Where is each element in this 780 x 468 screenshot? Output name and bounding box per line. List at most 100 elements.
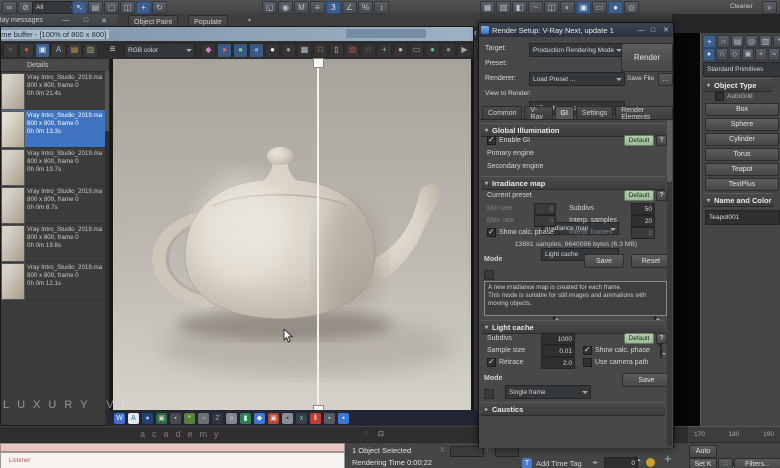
enable-gi-row[interactable]: Enable GI bbox=[487, 135, 530, 145]
vfb-titlebar[interactable]: V-Ray frame buffer - [100% of 800 x 800] bbox=[1, 27, 473, 41]
autogrid-row[interactable]: AutoGrid bbox=[715, 92, 753, 101]
select-object-icon[interactable]: ↖ bbox=[72, 1, 87, 14]
ab-horizontal-icon[interactable]: ● bbox=[425, 42, 440, 58]
track-mouse-icon[interactable]: ◌ bbox=[361, 42, 376, 58]
use-camera-path-row[interactable]: Use camera path bbox=[583, 358, 648, 367]
vfb-compare-divider[interactable] bbox=[317, 58, 319, 412]
im-help-button[interactable]: ? bbox=[656, 190, 667, 201]
minimize-icon[interactable]: — bbox=[60, 16, 72, 25]
load-image-icon[interactable]: □ bbox=[313, 42, 328, 58]
vfb-image-alt-icon[interactable]: ▥ bbox=[83, 42, 98, 58]
auto-key-button[interactable]: Auto bbox=[689, 445, 717, 458]
taskbar-app-8-icon[interactable]: Z bbox=[212, 412, 223, 424]
cameras-icon[interactable]: ▣ bbox=[742, 48, 754, 61]
retrace-checkbox[interactable] bbox=[487, 357, 496, 367]
render-setup-tab[interactable]: Settings bbox=[575, 106, 614, 120]
preset-dropdown[interactable]: Load Preset ... bbox=[529, 72, 625, 86]
retrace-field[interactable]: 2.0 bbox=[541, 357, 575, 369]
compare-icon[interactable]: ▭ bbox=[409, 42, 424, 58]
key-filter-icon[interactable]: ∷ bbox=[718, 458, 733, 468]
current-frame-field[interactable]: 0 bbox=[604, 457, 638, 468]
helpers-icon[interactable]: + bbox=[755, 48, 767, 61]
snaps-toggle-icon[interactable]: 3 bbox=[326, 1, 341, 14]
target-dropdown[interactable]: Production Rendering Mode bbox=[529, 43, 625, 57]
show-calc-row[interactable]: Show calc. phase bbox=[487, 227, 554, 237]
percent-snap-icon[interactable]: % bbox=[358, 1, 373, 14]
motion-tab-icon[interactable]: ◎ bbox=[745, 35, 758, 48]
primitive-button[interactable]: Teapot bbox=[705, 163, 779, 176]
primitive-button[interactable]: Sphere bbox=[705, 118, 779, 131]
vfb-channel-dropdown[interactable]: RGB color bbox=[124, 42, 195, 58]
taskbar-app-10-icon[interactable]: ▮ bbox=[240, 412, 251, 424]
display-tab-icon[interactable]: ▥ bbox=[759, 35, 772, 48]
isolate-selection-icon[interactable]: ◌ bbox=[364, 430, 368, 437]
interp-frames-field[interactable]: 2 bbox=[631, 227, 655, 239]
history-item[interactable]: Vray Intro_Studio_2019.ma 800 x 800, fra… bbox=[1, 110, 109, 148]
maxscript-listener[interactable]: Listener bbox=[0, 452, 345, 468]
sample-size-field[interactable]: 0.01 bbox=[541, 345, 575, 357]
spinner-snap-icon[interactable]: ↕ bbox=[374, 1, 389, 14]
set-keys-button[interactable]: + bbox=[664, 451, 672, 466]
render-button[interactable]: Render bbox=[621, 43, 673, 72]
render-setup-tab[interactable]: Common bbox=[482, 106, 523, 120]
spacewarps-icon[interactable]: ≈ bbox=[768, 48, 780, 61]
ab-vertical-icon[interactable]: ● bbox=[441, 42, 456, 58]
primitive-button[interactable]: Box bbox=[705, 103, 779, 116]
frame-spinner[interactable] bbox=[635, 456, 637, 468]
utilities-tab-icon[interactable]: * bbox=[773, 35, 780, 48]
primitive-category-dropdown[interactable]: Standard Primitives bbox=[703, 62, 780, 77]
taskbar-app-14-icon[interactable]: x bbox=[296, 412, 307, 424]
gi-help-button[interactable]: ? bbox=[656, 135, 667, 146]
render-iterative-icon[interactable]: ◎ bbox=[624, 1, 639, 14]
pivot-center-icon[interactable]: ◉ bbox=[278, 1, 293, 14]
window-crossing-icon[interactable]: ◫ bbox=[120, 1, 135, 14]
history-item[interactable]: Vray Intro_Studio_2019.ma 800 x 800, fra… bbox=[1, 186, 109, 224]
align-icon[interactable]: ≡ bbox=[310, 1, 325, 14]
lights-icon[interactable]: ◇ bbox=[729, 48, 741, 61]
max-rate-field[interactable]: 0 bbox=[534, 215, 556, 227]
render-setup-tab[interactable]: GI bbox=[554, 106, 574, 120]
timeline-ruler[interactable]: 170 180 190 bbox=[688, 426, 780, 442]
srgb-icon[interactable]: ◆ bbox=[201, 42, 216, 58]
object-type-rollout[interactable]: Object Type bbox=[703, 78, 773, 92]
vfb-layers-icon[interactable]: ▣ bbox=[35, 42, 50, 58]
lc-subdivs-field[interactable]: 1000 bbox=[541, 333, 575, 345]
rendered-frame-icon[interactable]: ▭ bbox=[592, 1, 607, 14]
render-setup-tab[interactable]: V-Ray bbox=[524, 106, 553, 121]
shapes-icon[interactable]: ∩ bbox=[716, 48, 728, 61]
alpha-channel-icon[interactable]: ● bbox=[265, 42, 280, 58]
gi-default-button[interactable]: Default bbox=[624, 135, 654, 146]
save-file-browse-button[interactable]: ... bbox=[658, 73, 673, 86]
history-item[interactable]: Vray Intro_Studio_2019.ma 800 x 800, fra… bbox=[1, 148, 109, 186]
taskbar-app-16-icon[interactable]: ▪ bbox=[324, 412, 335, 424]
maximize-icon[interactable]: □ bbox=[80, 16, 92, 25]
history-item[interactable]: Vray Intro_Studio_2019.ma 800 x 800, fra… bbox=[1, 72, 109, 110]
red-channel-icon[interactable]: ● bbox=[217, 42, 232, 58]
selection-lock-icon[interactable]: ⊡ bbox=[378, 430, 384, 438]
stamp-icon[interactable]: ● bbox=[393, 42, 408, 58]
select-and-move-icon[interactable]: + bbox=[136, 1, 151, 14]
subdivs-field[interactable]: 50 bbox=[631, 203, 655, 215]
material-editor-icon[interactable]: ◐ bbox=[560, 1, 575, 14]
use-camera-path-checkbox[interactable] bbox=[583, 358, 592, 367]
blue-channel-icon[interactable]: ● bbox=[249, 42, 264, 58]
im-mode-dropdown[interactable]: Single frame bbox=[505, 385, 591, 399]
render-setup-icon[interactable]: ▣ bbox=[576, 1, 591, 14]
lc-help-button[interactable]: ? bbox=[656, 333, 667, 344]
collapse-toolbar-icon[interactable]: » bbox=[762, 1, 777, 14]
taskbar-app-11-icon[interactable]: ◆ bbox=[254, 412, 265, 424]
frame-step-icons[interactable]: ◂▸ bbox=[592, 459, 598, 466]
render-setup-titlebar[interactable]: Render Setup: V-Ray Next, update 1 — □ ✕ bbox=[479, 23, 673, 37]
taskbar-app-1-icon[interactable]: W bbox=[114, 412, 125, 424]
close-icon[interactable]: ✕ bbox=[660, 26, 672, 35]
taskbar-app-6-icon[interactable]: * bbox=[184, 412, 195, 424]
region-render-icon[interactable]: ▧ bbox=[345, 42, 360, 58]
im-reset-button[interactable]: Reset bbox=[631, 254, 671, 268]
create-tab-icon[interactable]: + bbox=[703, 35, 716, 48]
vfb-dock-icon[interactable]: ▫ bbox=[3, 42, 18, 58]
taskbar-app-15-icon[interactable]: ‖ bbox=[310, 412, 321, 424]
interp-samples-field[interactable]: 20 bbox=[631, 215, 655, 227]
history-item[interactable]: Vray Intro_Studio_2019.ma 800 x 800, fra… bbox=[1, 262, 109, 300]
hierarchy-tab-icon[interactable]: ▤ bbox=[731, 35, 744, 48]
render-setup-tab[interactable]: Render Elements bbox=[615, 106, 673, 121]
